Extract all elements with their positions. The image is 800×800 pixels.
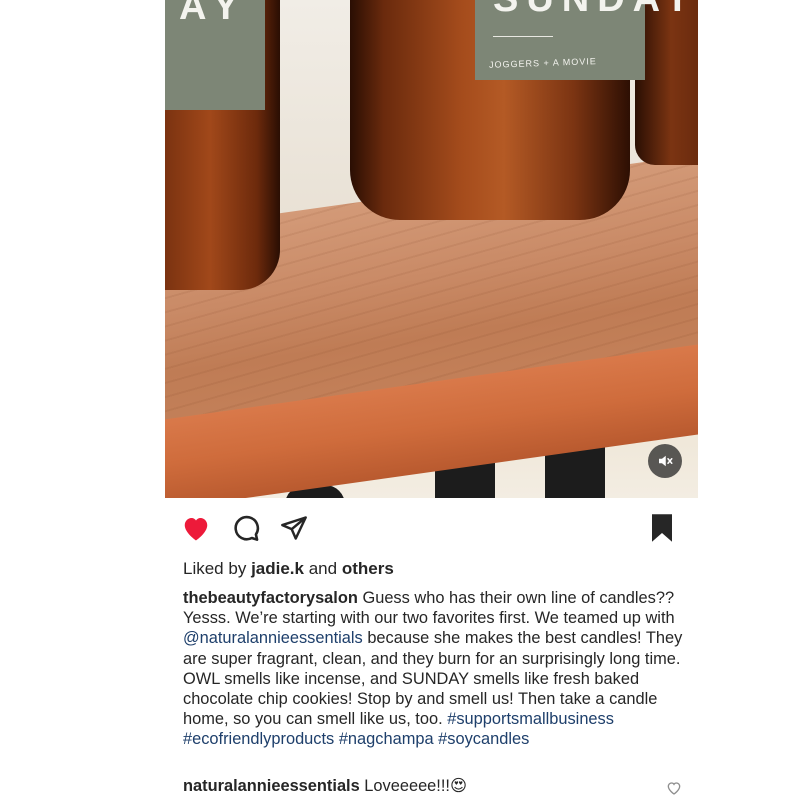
heart-eyes-emoji: 😍: [449, 777, 468, 795]
likes-middle: and: [308, 559, 338, 578]
comment-bubble-icon: [234, 515, 260, 541]
hashtag-link[interactable]: #ecofriendlyproducts: [183, 730, 334, 748]
post-video[interactable]: AY SUNDAY JOGGERS + A MOVIE: [165, 0, 698, 498]
heart-filled-icon: [184, 518, 208, 541]
comment-button[interactable]: [230, 512, 262, 544]
post-caption: thebeautyfactorysalon Guess who has thei…: [183, 588, 688, 750]
comment-text: Loveeeee!!!: [364, 777, 450, 795]
paper-plane-icon: [281, 516, 307, 540]
jar-label-sunday-text: SUNDAY: [493, 0, 698, 21]
comment-item: naturalannieessentials Loveeeee!!!😍: [183, 776, 688, 796]
post-action-bar: [180, 512, 680, 546]
jar-label-sunday: SUNDAY JOGGERS + A MOVIE: [475, 0, 690, 80]
likes-others-link[interactable]: others: [342, 559, 394, 578]
like-button[interactable]: [180, 512, 212, 544]
liked-by-user-link[interactable]: jadie.k: [251, 559, 304, 578]
heart-outline-icon: [667, 782, 681, 795]
candle-shelf-scene: AY SUNDAY JOGGERS + A MOVIE: [165, 0, 698, 498]
speaker-muted-icon: [659, 455, 673, 467]
save-button[interactable]: [646, 512, 678, 544]
likes-summary[interactable]: Liked by jadie.k and others: [183, 559, 394, 579]
hashtag-link[interactable]: #soycandles: [438, 730, 529, 748]
hashtag-link[interactable]: #supportsmallbusiness: [447, 710, 614, 728]
likes-prefix: Liked by: [183, 559, 247, 578]
caption-username-link[interactable]: thebeautyfactorysalon: [183, 589, 358, 607]
caption-mention-link[interactable]: @naturalannieessentials: [183, 629, 363, 647]
jar-label-left: AY: [165, 0, 265, 110]
comment-like-button[interactable]: [666, 780, 682, 796]
jar-label-sunday-subtext: JOGGERS + A MOVIE: [488, 56, 597, 70]
bookmark-filled-icon: [652, 514, 672, 542]
comment-username-link[interactable]: naturalannieessentials: [183, 777, 360, 795]
share-button[interactable]: [278, 512, 310, 544]
mute-button[interactable]: [648, 444, 682, 478]
jar-label-left-text: AY: [179, 0, 249, 28]
hashtag-link[interactable]: #nagchampa: [339, 730, 434, 748]
